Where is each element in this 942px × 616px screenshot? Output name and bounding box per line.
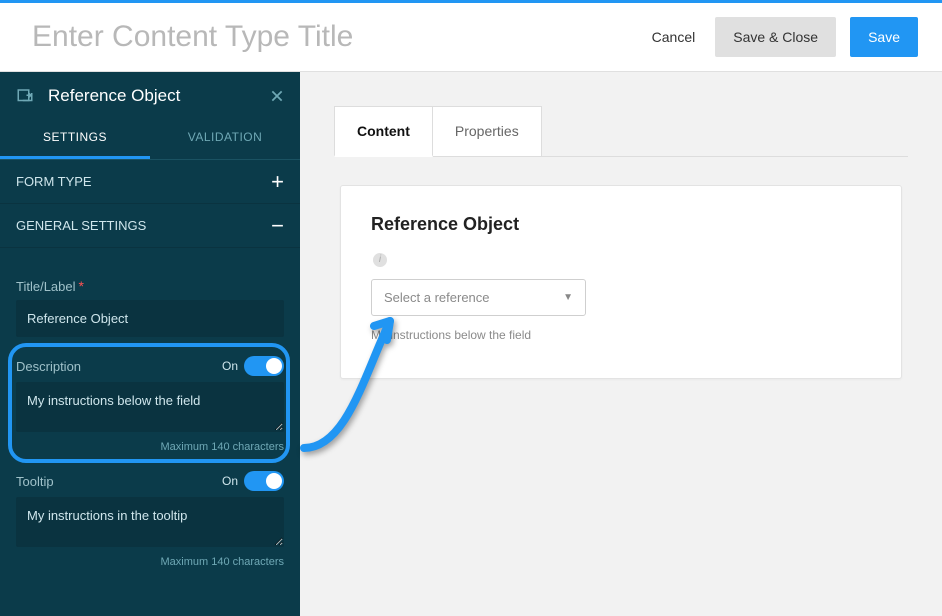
section-label: FORM TYPE xyxy=(16,174,92,189)
sidebar-title: Reference Object xyxy=(48,86,270,106)
top-bar: Enter Content Type Title Cancel Save & C… xyxy=(0,0,942,72)
save-button[interactable]: Save xyxy=(850,17,918,57)
top-actions: Cancel Save & Close Save xyxy=(646,17,918,57)
main-area: Content Properties Reference Object i Se… xyxy=(300,72,942,616)
chevron-down-icon: ▼ xyxy=(563,292,573,303)
title-input[interactable] xyxy=(16,300,284,337)
minus-icon: − xyxy=(271,219,284,233)
info-icon[interactable]: i xyxy=(373,253,387,267)
sidebar: Reference Object SETTINGS VALIDATION FOR… xyxy=(0,72,300,616)
section-form-type[interactable]: FORM TYPE + xyxy=(0,160,300,204)
required-icon: * xyxy=(79,278,84,294)
section-general-settings[interactable]: GENERAL SETTINGS − xyxy=(0,204,300,248)
helper-text: My instructions below the field xyxy=(371,328,871,342)
tooltip-label: Tooltip xyxy=(16,474,54,489)
tab-content[interactable]: Content xyxy=(334,106,433,157)
reference-card: Reference Object i Select a reference ▼ … xyxy=(340,185,902,379)
description-input[interactable] xyxy=(16,382,284,432)
plus-icon: + xyxy=(271,175,284,189)
tooltip-toggle[interactable] xyxy=(244,471,284,491)
sidebar-tabs: SETTINGS VALIDATION xyxy=(0,116,300,160)
title-label: Title/Label* xyxy=(16,278,284,294)
main-tabs: Content Properties xyxy=(334,106,908,157)
section-label: GENERAL SETTINGS xyxy=(16,218,146,233)
char-hint: Maximum 140 characters xyxy=(16,556,284,568)
tab-settings[interactable]: SETTINGS xyxy=(0,116,150,159)
reference-icon xyxy=(16,87,34,105)
tooltip-input[interactable] xyxy=(16,497,284,547)
tab-properties[interactable]: Properties xyxy=(433,106,542,156)
general-settings-panel: Title/Label* Description On Maximum 140 … xyxy=(0,248,300,568)
content-type-title-input[interactable]: Enter Content Type Title xyxy=(24,14,646,60)
char-hint: Maximum 140 characters xyxy=(16,441,284,453)
toggle-state: On xyxy=(222,474,238,488)
reference-select[interactable]: Select a reference ▼ xyxy=(371,279,586,316)
select-placeholder: Select a reference xyxy=(384,290,490,305)
save-and-close-button[interactable]: Save & Close xyxy=(715,17,836,57)
sidebar-header: Reference Object xyxy=(0,72,300,116)
description-label: Description xyxy=(16,359,81,374)
cancel-button[interactable]: Cancel xyxy=(646,19,702,55)
close-icon[interactable] xyxy=(270,89,284,103)
card-title: Reference Object xyxy=(371,214,871,235)
description-toggle[interactable] xyxy=(244,356,284,376)
toggle-state: On xyxy=(222,359,238,373)
tab-validation[interactable]: VALIDATION xyxy=(150,116,300,159)
